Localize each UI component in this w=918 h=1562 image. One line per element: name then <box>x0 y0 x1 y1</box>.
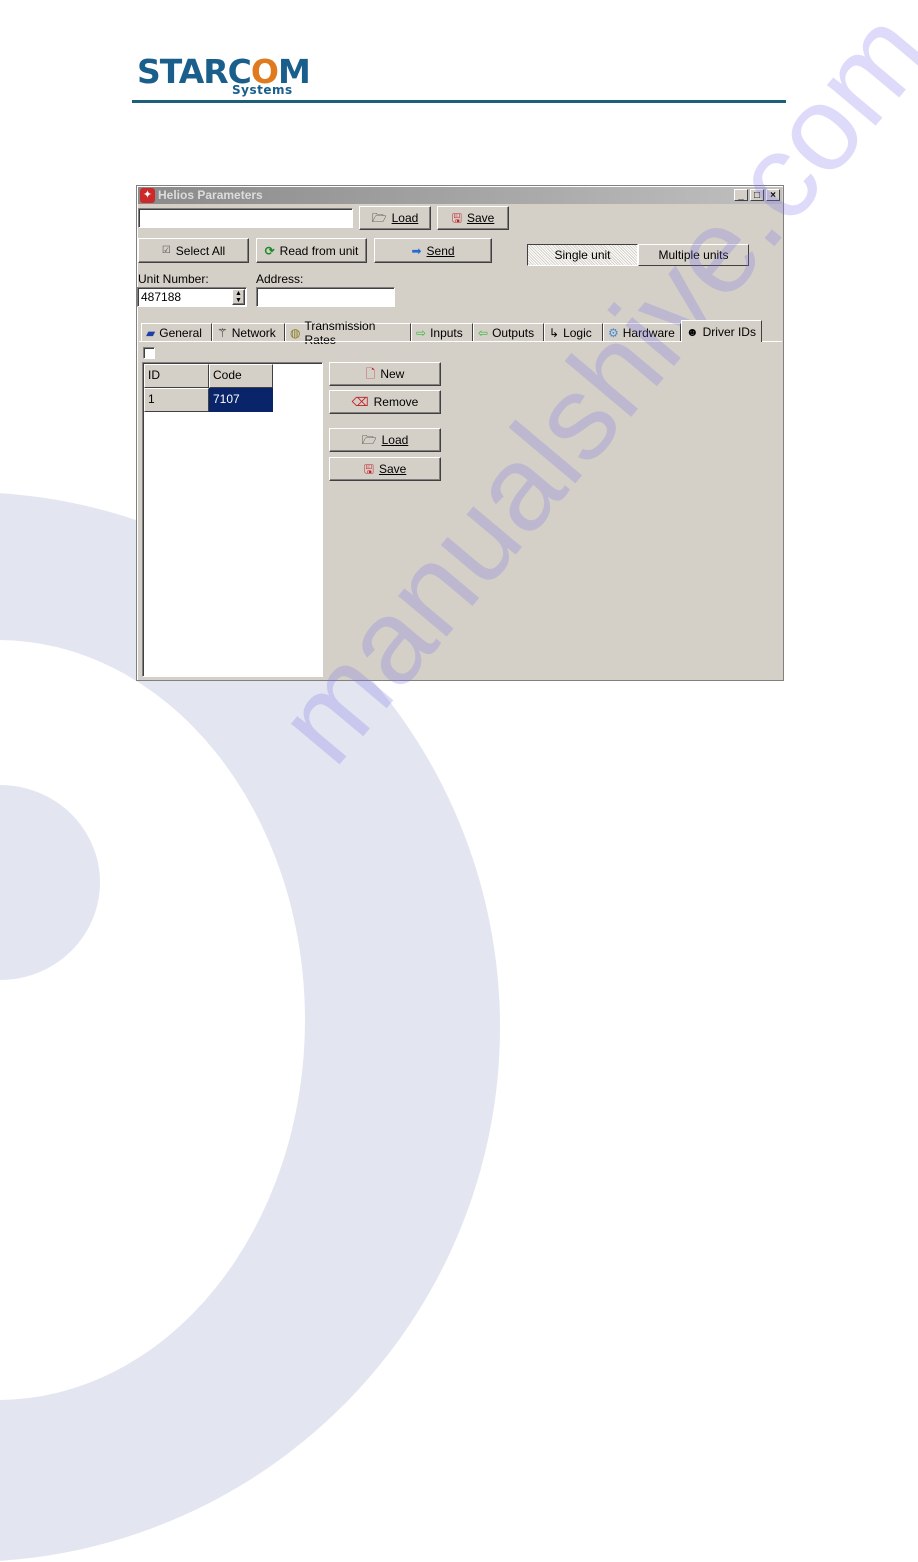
starcom-logo: STARCOM Systems <box>137 52 311 98</box>
minimize-button[interactable]: _ <box>734 189 748 201</box>
title-bar[interactable]: ✦ Helios Parameters _ □ × <box>138 187 782 204</box>
tab-hardware[interactable]: ⚙ Hardware <box>603 323 681 342</box>
select-all-icon: ☑ <box>161 244 171 256</box>
arrow-left-icon: ⇦ <box>478 326 489 340</box>
new-document-icon: 🗋 <box>365 367 376 381</box>
save-disk-icon: 🖫 <box>451 211 462 225</box>
close-button[interactable]: × <box>766 189 780 201</box>
row-code-cell[interactable]: 7107 <box>209 388 273 412</box>
arrow-right-icon: ⇨ <box>416 326 427 340</box>
address-input[interactable] <box>256 287 395 307</box>
row-id-cell[interactable]: 1 <box>144 388 209 412</box>
new-driver-button[interactable]: 🗋 New <box>329 362 441 386</box>
mode-multiple-units[interactable]: Multiple units <box>638 244 749 266</box>
refresh-icon: ⟳ <box>264 243 275 258</box>
save-disk-icon: 🖫 <box>363 462 374 476</box>
unit-number-input[interactable] <box>137 287 247 307</box>
tab-inputs[interactable]: ⇨ Inputs <box>411 323 473 342</box>
unit-number-label: Unit Number: <box>138 272 209 286</box>
remove-driver-button[interactable]: ⌫ Remove <box>329 390 441 414</box>
select-all-button[interactable]: ☑ Select All <box>138 238 249 263</box>
tab-outputs[interactable]: ⇦ Outputs <box>473 323 544 342</box>
tab-logic[interactable]: ↳ Logic <box>544 323 603 342</box>
save-button[interactable]: 🖫 Save <box>437 206 509 230</box>
driver-ids-grid[interactable]: ID Code 1 7107 <box>142 362 323 677</box>
logic-icon: ↳ <box>549 326 560 340</box>
driver-ids-enabled-checkbox[interactable] <box>143 347 155 359</box>
address-label: Address: <box>256 272 304 286</box>
unit-number-spinner[interactable]: ▲ ▼ <box>232 289 245 305</box>
tab-general[interactable]: ▰ General <box>141 323 212 342</box>
folder-document-icon: 🗁 <box>371 211 387 225</box>
tab-network[interactable]: ⚚ Network <box>212 323 285 342</box>
window-title: Helios Parameters <box>158 188 263 202</box>
app-icon: ✦ <box>140 188 155 203</box>
header-divider <box>132 100 786 103</box>
column-header-code[interactable]: Code <box>209 364 273 388</box>
general-icon: ▰ <box>146 326 156 340</box>
column-header-id[interactable]: ID <box>144 364 209 388</box>
spin-down-icon: ▼ <box>235 297 242 304</box>
gear-icon: ⚙ <box>608 326 619 340</box>
satellite-dish-icon: ◍ <box>290 326 301 340</box>
eraser-icon: ⌫ <box>351 395 369 409</box>
save-drivers-button[interactable]: 🖫 Save <box>329 457 441 481</box>
mode-single-unit[interactable]: Single unit <box>527 244 638 266</box>
tab-driver-ids[interactable]: ☻ Driver IDs <box>681 320 762 342</box>
folder-document-icon: 🗁 <box>361 433 377 447</box>
file-path-input[interactable] <box>138 208 353 228</box>
maximize-button[interactable]: □ <box>750 189 764 201</box>
drivers-icon: ☻ <box>686 324 699 339</box>
load-button[interactable]: 🗁 Load <box>359 206 431 230</box>
spin-up-icon: ▲ <box>235 290 242 297</box>
tab-transmission-rates[interactable]: ◍ Transmission Rates <box>285 319 411 347</box>
logo-subtitle: Systems <box>232 83 293 97</box>
antenna-icon: ⚚ <box>217 326 228 340</box>
arrow-right-icon: ➡ <box>411 243 422 258</box>
read-from-unit-button[interactable]: ⟳ Read from unit <box>256 238 367 263</box>
load-drivers-button[interactable]: 🗁 Load <box>329 428 441 452</box>
send-button[interactable]: ➡ Send <box>374 238 492 263</box>
helios-parameters-window: ✦ Helios Parameters _ □ × 🗁 Load 🖫 Save ☑ S… <box>136 185 784 681</box>
